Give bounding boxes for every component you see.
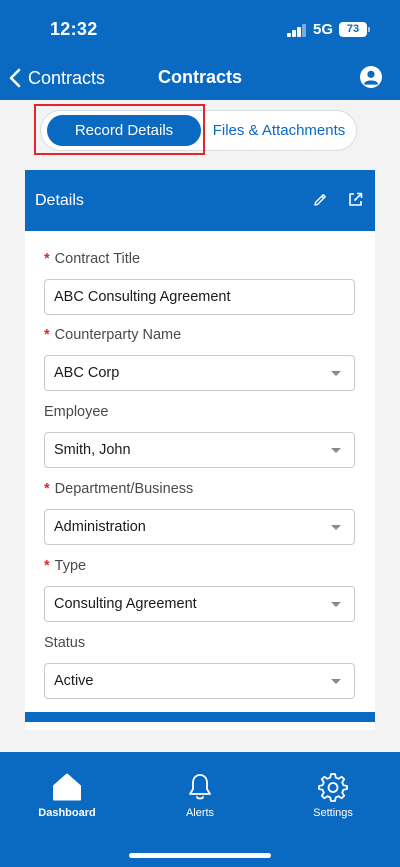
pencil-icon[interactable] [312, 192, 328, 208]
contract-title-field: * Contract Title ABC Consulting Agreement [44, 251, 356, 315]
counterparty-name-select[interactable]: ABC Corp [44, 355, 355, 391]
tab-label: Alerts [185, 807, 215, 819]
field-label: Status [44, 635, 356, 655]
signal-icon [287, 24, 307, 37]
select-value: Smith, John [54, 442, 131, 458]
required-marker: * [44, 327, 50, 343]
field-label-text: Counterparty Name [54, 327, 182, 343]
gear-icon [318, 773, 348, 802]
dropdown-caret-icon [331, 679, 341, 684]
required-marker: * [44, 251, 50, 267]
required-marker: * [44, 558, 50, 574]
next-section-header [25, 712, 375, 722]
type-select[interactable]: Consulting Agreement [44, 586, 355, 622]
type-field: * Type Consulting Agreement [44, 558, 356, 622]
network-type: 5G [313, 21, 334, 38]
field-label: * Type [44, 558, 356, 578]
field-label: * Counterparty Name [44, 327, 356, 347]
select-value: Active [54, 673, 94, 689]
status-bar: 12:32 5G 73 [0, 0, 400, 58]
counterparty-name-field: * Counterparty Name ABC Corp [44, 327, 356, 391]
field-label-text: Contract Title [54, 251, 141, 267]
field-label: * Department/Business [44, 481, 356, 501]
nav-bar: Contracts Contracts [0, 58, 400, 100]
field-label-text: Employee [44, 404, 109, 420]
external-link-icon[interactable] [347, 191, 364, 208]
details-card: Details * Contract Title ABC Consulting A… [25, 170, 375, 730]
tab-label: Dashboard [38, 807, 96, 819]
field-label: Employee [44, 404, 356, 424]
status-field: Status Active [44, 635, 356, 699]
select-value: ABC Corp [54, 365, 120, 381]
tab-label: Settings [313, 807, 353, 819]
highlight-annotation [34, 104, 205, 155]
required-marker: * [44, 481, 50, 497]
status-select[interactable]: Active [44, 663, 355, 699]
select-value: Consulting Agreement [54, 596, 197, 612]
field-label: * Contract Title [44, 251, 356, 271]
card-title: Details [35, 192, 84, 209]
tab-dashboard[interactable]: Dashboard [22, 772, 112, 819]
battery-level: 73 [346, 23, 360, 35]
contract-title-input[interactable]: ABC Consulting Agreement [44, 279, 355, 315]
dropdown-caret-icon [331, 371, 341, 376]
field-label-text: Department/Business [54, 481, 194, 497]
battery-icon: 73 [339, 22, 370, 37]
dropdown-caret-icon [331, 448, 341, 453]
field-label-text: Status [44, 635, 86, 651]
home-indicator [129, 853, 271, 858]
home-icon [53, 773, 81, 801]
bell-icon [189, 774, 211, 800]
page-title: Contracts [157, 67, 242, 87]
department-field: * Department/Business Administration [44, 481, 356, 545]
select-value: Administration [54, 519, 146, 535]
card-header: Details [25, 170, 375, 231]
dropdown-caret-icon [331, 525, 341, 530]
status-time: 12:32 [50, 19, 98, 39]
employee-field: Employee Smith, John [44, 404, 356, 468]
tab-alerts[interactable]: Alerts [155, 772, 245, 819]
content-area: Record Details Files & Attachments Detai… [0, 100, 400, 752]
tab-settings[interactable]: Settings [288, 772, 378, 819]
bottom-tab-bar: Dashboard Alerts Settings [0, 752, 400, 867]
tab-files-attachments[interactable]: Files & Attachments [204, 115, 354, 146]
employee-select[interactable]: Smith, John [44, 432, 355, 468]
department-select[interactable]: Administration [44, 509, 355, 545]
dropdown-caret-icon [331, 602, 341, 607]
field-label-text: Type [54, 558, 87, 574]
user-profile-icon[interactable] [360, 66, 382, 88]
